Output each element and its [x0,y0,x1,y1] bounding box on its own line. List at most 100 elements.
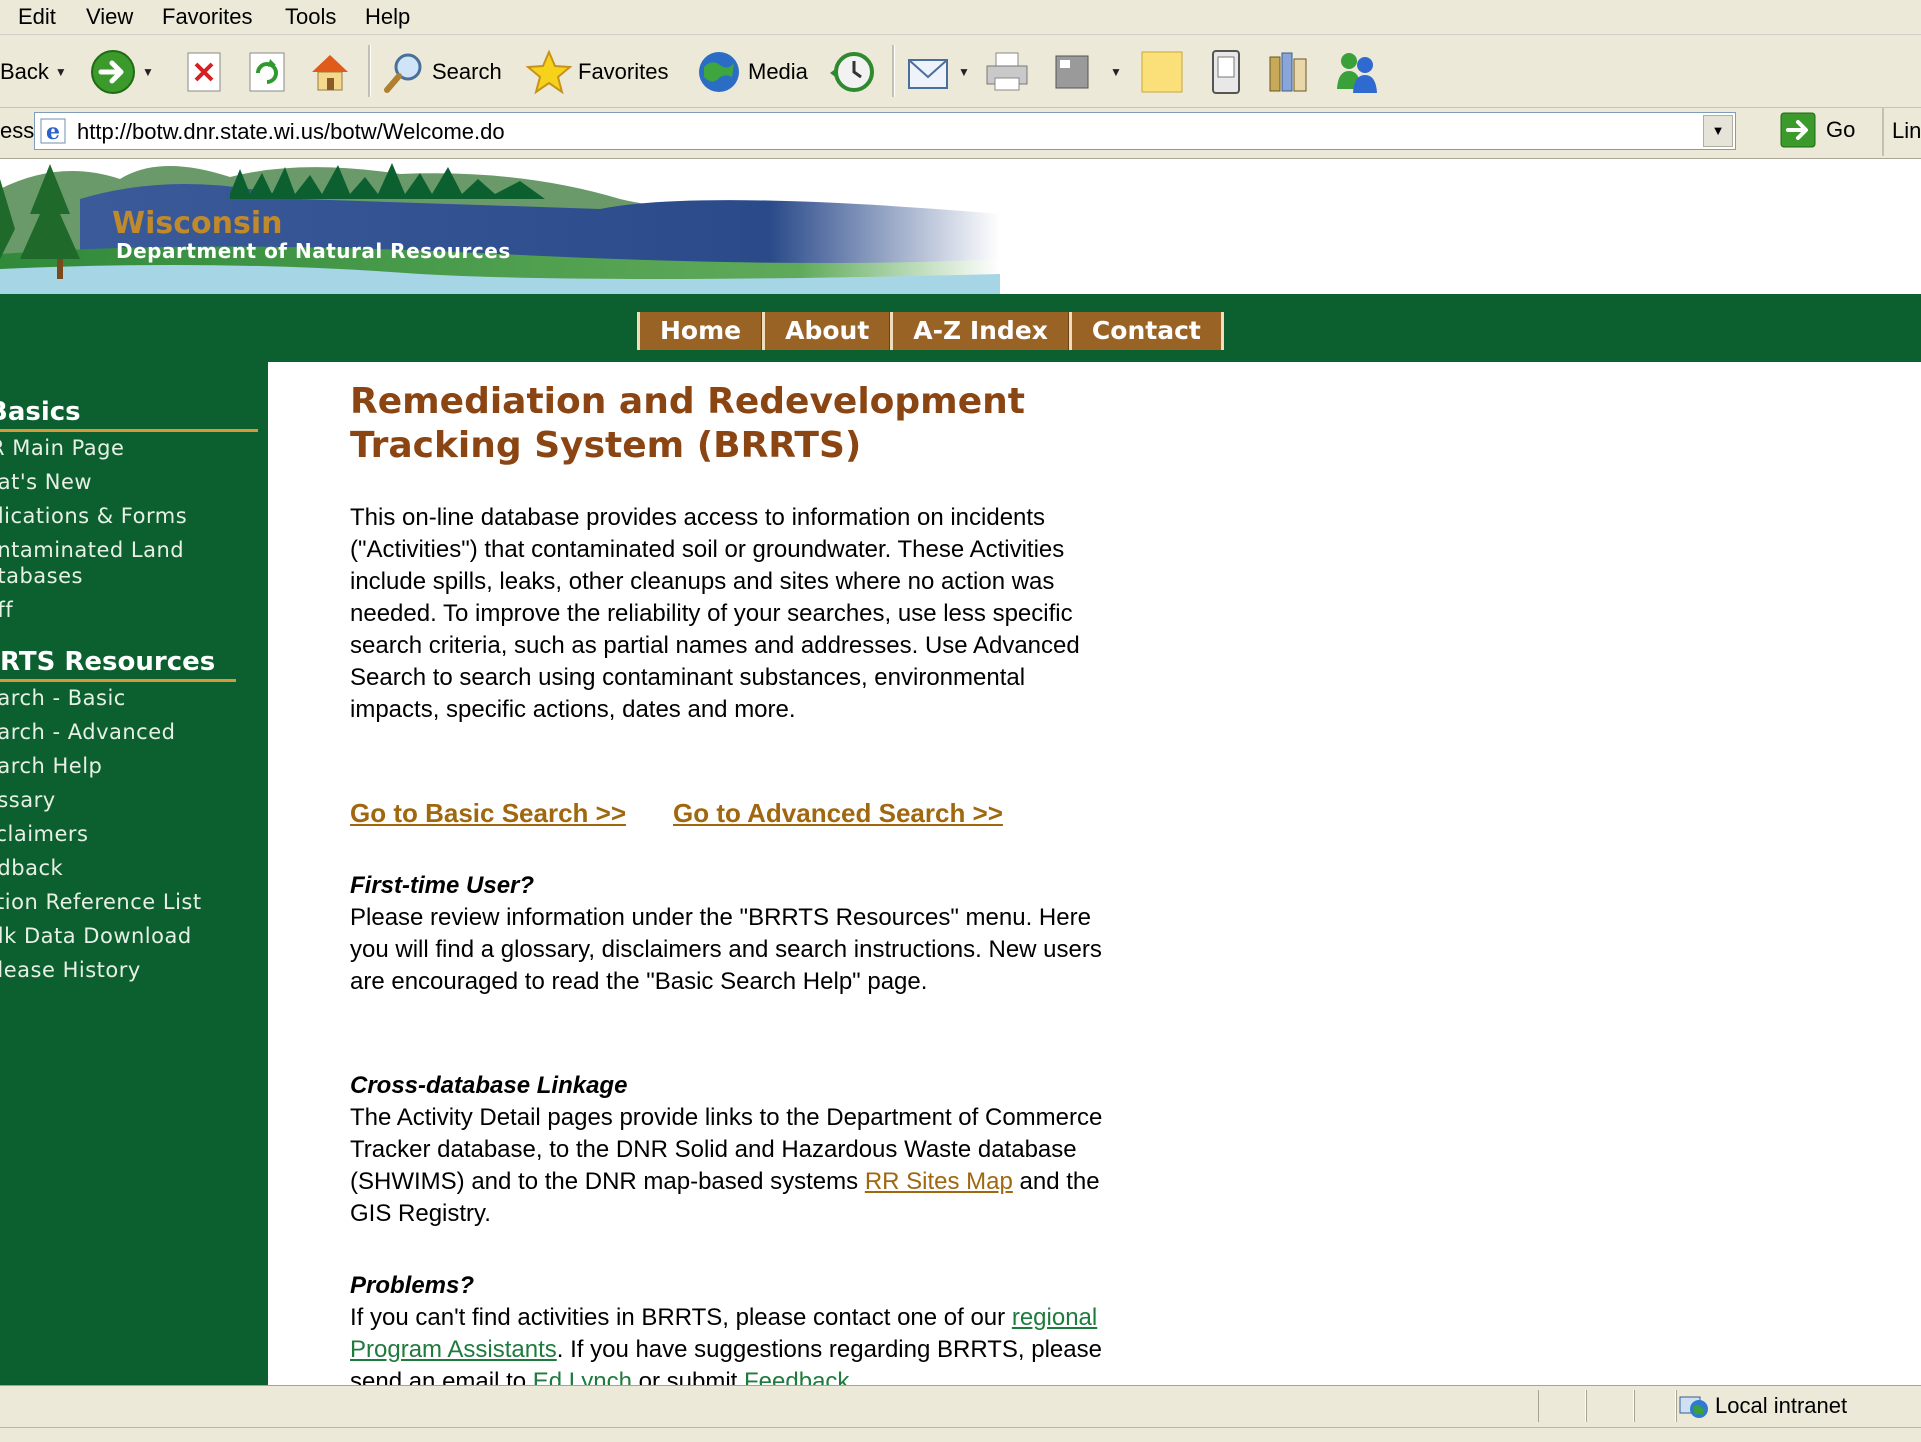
handheld-icon [1212,50,1240,94]
favorites-label: Favorites [578,59,669,84]
dnr-banner-wisconsin: Wisconsin [112,206,283,241]
menu-favorites[interactable]: Favorites [162,4,252,30]
rr-sites-map-link[interactable]: RR Sites Map [865,1168,1013,1195]
ed-lynch-email-link[interactable]: Ed Lynch [533,1368,632,1385]
nav-az-index[interactable]: A-Z Index [890,312,1069,350]
status-bar: Local intranet [0,1385,1921,1428]
mail-dropdown-icon[interactable]: ▼ [958,65,970,79]
stop-button[interactable] [186,49,222,95]
dnr-banner-art [0,163,1000,294]
messenger-device-button[interactable] [1210,49,1242,95]
svg-text:e: e [46,119,60,145]
feedback-link[interactable]: Feedback [744,1368,849,1385]
sidebar-section-brrts-resources: RTS Resources [0,647,236,682]
security-zone: Local intranet [1676,1390,1921,1422]
menu-edit[interactable]: Edit [18,4,56,30]
menu-view[interactable]: View [86,4,133,30]
address-input[interactable]: e http://botw.dnr.state.wi.us/botw/Welco… [34,112,1736,150]
search-button[interactable]: Search [382,49,502,95]
status-pane [1538,1390,1586,1422]
printer-icon [986,52,1028,91]
first-time-text: Please review information under the "BRR… [350,904,1102,995]
media-globe-icon [699,52,739,92]
taskbar-strip [0,1427,1921,1442]
edit-dropdown-icon[interactable]: ▼ [1110,65,1122,79]
toolbar-separator [368,45,371,97]
intranet-globe-icon [1679,1396,1708,1418]
sidebar-item-release-history[interactable]: elease History [0,957,141,983]
forward-button[interactable]: ▼ [90,49,154,95]
menu-bar: Edit View Favorites Tools Help [0,0,1921,35]
address-label: ess [0,118,35,143]
problems-text: If you can't find activities in BRRTS, p… [350,1302,1110,1385]
menu-help[interactable]: Help [365,4,410,30]
mail-button[interactable]: ▼ [906,49,970,95]
security-zone-label: Local intranet [1715,1393,1848,1418]
discuss-button[interactable] [1140,49,1184,95]
go-arrow-icon [1780,112,1816,148]
sidebar-item-bulk-download[interactable]: ulk Data Download [0,923,192,949]
back-label: Back [0,59,49,84]
dnr-banner-department: Department of Natural Resources [116,239,511,263]
messenger-button[interactable] [1332,49,1382,95]
basic-search-link[interactable]: Go to Basic Search >> [350,798,626,829]
first-time-heading: First-time User? [350,872,535,899]
dnr-banner: Wisconsin Department of Natural Resource… [0,159,1921,294]
sidebar-item-staff[interactable]: aff [0,597,13,623]
print-button[interactable] [984,49,1030,95]
status-pane [1634,1390,1676,1422]
home-button[interactable] [308,49,352,95]
back-dropdown-icon[interactable]: ▼ [55,65,67,79]
search-label: Search [432,59,502,84]
sidebar-item-main-page[interactable]: R Main Page [0,435,124,461]
sidebar-item-search-basic[interactable]: earch - Basic [0,685,126,711]
cross-database-heading: Cross-database Linkage [350,1072,628,1099]
media-button[interactable]: Media [696,49,808,95]
edit-button[interactable]: ▼ [1054,49,1122,95]
sidebar-item-whats-new[interactable]: hat's New [0,469,92,495]
problems-section: Problems? If you can't find activities i… [350,1270,1110,1385]
go-button[interactable]: Go [1780,112,1855,148]
toolbar-separator [892,45,895,97]
research-button[interactable] [1266,49,1312,95]
cross-database-text: The Activity Detail pages provide links … [350,1104,1103,1227]
sidebar-item-search-help[interactable]: earch Help [0,753,102,779]
sidebar-item-publications[interactable]: blications & Forms [0,503,187,529]
history-button[interactable] [828,49,876,95]
address-dropdown-icon[interactable]: ▼ [1703,115,1733,147]
sidebar-item-glossary[interactable]: ossary [0,787,56,813]
sidebar-item-feedback[interactable]: edback [0,855,63,881]
nav-home[interactable]: Home [637,312,763,350]
sidebar-item-databases[interactable]: atabases [0,563,83,589]
messenger-people-icon [1337,53,1377,93]
page-title-line2: Tracking System (BRRTS) [350,425,862,466]
menu-tools[interactable]: Tools [285,4,336,30]
stop-icon [187,52,221,92]
advanced-search-link[interactable]: Go to Advanced Search >> [673,798,1003,829]
forward-dropdown-icon[interactable]: ▼ [142,65,154,79]
nav-about[interactable]: About [762,312,891,350]
refresh-icon [249,52,285,92]
sidebar-item-search-advanced[interactable]: earch - Advanced [0,719,175,745]
star-icon [526,49,572,95]
nav-contact[interactable]: Contact [1068,312,1224,350]
search-icon [384,53,422,93]
status-pane [1586,1390,1634,1422]
history-icon [830,52,874,92]
favorites-button[interactable]: Favorites [526,49,668,95]
back-button[interactable]: Back ▼ [0,49,67,95]
sidebar-item-action-reference[interactable]: ction Reference List [0,889,202,915]
address-url: http://botw.dnr.state.wi.us/botw/Welcome… [77,119,505,144]
links-button[interactable]: Lin [1892,118,1921,144]
problems-heading: Problems? [350,1272,475,1299]
first-time-section: First-time User? Please review informati… [350,870,1110,998]
edit-icon [1055,55,1089,89]
sidebar-item-disclaimers[interactable]: sclaimers [0,821,88,847]
ie-page-icon: e [40,118,66,145]
intro-paragraph: This on-line database provides access to… [350,504,1080,723]
sidebar-item-contaminated-land[interactable]: ontaminated Land [0,537,184,563]
books-icon [1269,52,1307,92]
refresh-button[interactable] [248,49,286,95]
go-label: Go [1826,117,1856,142]
cross-database-section: Cross-database Linkage The Activity Deta… [350,1070,1110,1230]
